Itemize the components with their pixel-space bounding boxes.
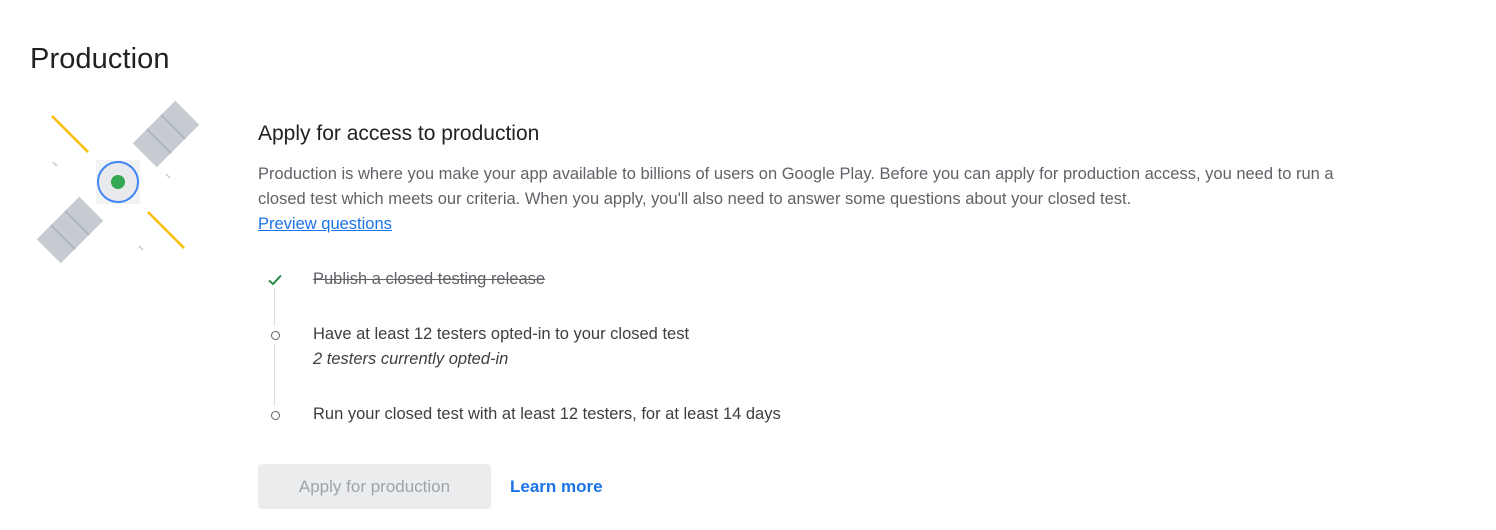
satellite-icon — [36, 100, 200, 264]
actions-bar: Apply for production Learn more — [258, 464, 603, 509]
requirements-checklist: Publish a closed testing release Have at… — [258, 267, 1378, 450]
step-label: Publish a closed testing release — [313, 270, 546, 288]
step-label: Have at least 12 testers opted-in to you… — [313, 325, 690, 343]
page-title: Production — [30, 43, 170, 76]
section-title: Apply for access to production — [258, 122, 540, 145]
preview-questions-link[interactable]: Preview questions — [258, 215, 392, 233]
step-item: Run your closed test with at least 12 te… — [258, 402, 1378, 450]
production-page: Production Apply for access to productio… — [0, 0, 1496, 530]
apply-production-section: Apply for access to production Productio… — [258, 120, 1378, 450]
section-description: Production is where you make your app av… — [258, 162, 1378, 237]
step-sublabel: 2 testers currently opted-in — [313, 350, 509, 368]
apply-for-production-button[interactable]: Apply for production — [258, 464, 491, 509]
circle-icon — [266, 326, 284, 344]
check-icon — [266, 271, 284, 289]
circle-icon — [266, 406, 284, 424]
description-text: Production is where you make your app av… — [258, 165, 1334, 208]
learn-more-link[interactable]: Learn more — [510, 477, 603, 497]
step-label: Run your closed test with at least 12 te… — [313, 405, 781, 423]
step-item: Have at least 12 testers opted-in to you… — [258, 322, 1378, 402]
step-item: Publish a closed testing release — [258, 267, 1378, 322]
